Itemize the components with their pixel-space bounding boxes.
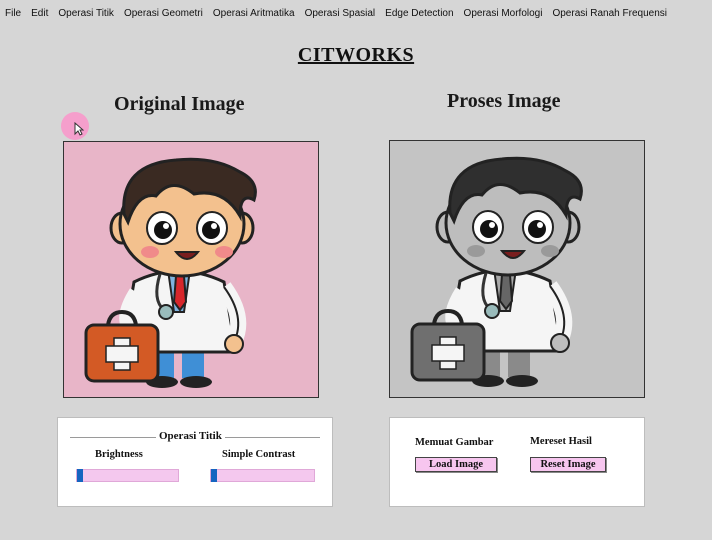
menu-operasi-morfologi[interactable]: Operasi Morfologi: [459, 8, 548, 19]
menu-operasi-geometri[interactable]: Operasi Geometri: [119, 8, 208, 19]
original-doctor-image: [64, 142, 318, 397]
simple-contrast-slider-thumb[interactable]: [211, 469, 217, 482]
menu-operasi-titik[interactable]: Operasi Titik: [53, 8, 119, 19]
original-image-view: [63, 141, 319, 398]
menu-bar: File Edit Operasi Titik Operasi Geometri…: [0, 0, 712, 26]
brightness-label: Brightness: [95, 449, 143, 460]
app-title: CITWORKS: [297, 44, 415, 66]
memuat-gambar-label: Memuat Gambar: [415, 437, 494, 448]
menu-operasi-ranah-frequensi[interactable]: Operasi Ranah Frequensi: [547, 8, 672, 19]
processed-doctor-image: [390, 141, 644, 397]
operasi-titik-group-label: Operasi Titik: [156, 430, 225, 442]
reset-image-button[interactable]: Reset Image: [530, 457, 606, 472]
menu-file[interactable]: File: [0, 8, 26, 19]
simple-contrast-slider[interactable]: [210, 469, 315, 482]
brightness-slider-thumb[interactable]: [77, 469, 83, 482]
processed-image-view: [389, 140, 645, 398]
proses-image-title: Proses Image: [447, 90, 561, 112]
load-reset-panel: Memuat Gambar Mereset Hasil Load Image R…: [389, 417, 645, 507]
mouse-cursor-icon: [74, 122, 84, 136]
original-image-title: Original Image: [114, 93, 245, 115]
operasi-titik-panel: Operasi Titik Brightness Simple Contrast: [57, 417, 333, 507]
simple-contrast-label: Simple Contrast: [222, 449, 296, 460]
mereset-hasil-label: Mereset Hasil: [530, 436, 592, 447]
load-image-button[interactable]: Load Image: [415, 457, 497, 472]
brightness-slider[interactable]: [76, 469, 179, 482]
menu-edge-detection[interactable]: Edge Detection: [380, 8, 458, 19]
menu-operasi-aritmatika[interactable]: Operasi Aritmatika: [208, 8, 300, 19]
menu-operasi-spasial[interactable]: Operasi Spasial: [300, 8, 381, 19]
menu-edit[interactable]: Edit: [26, 8, 53, 19]
